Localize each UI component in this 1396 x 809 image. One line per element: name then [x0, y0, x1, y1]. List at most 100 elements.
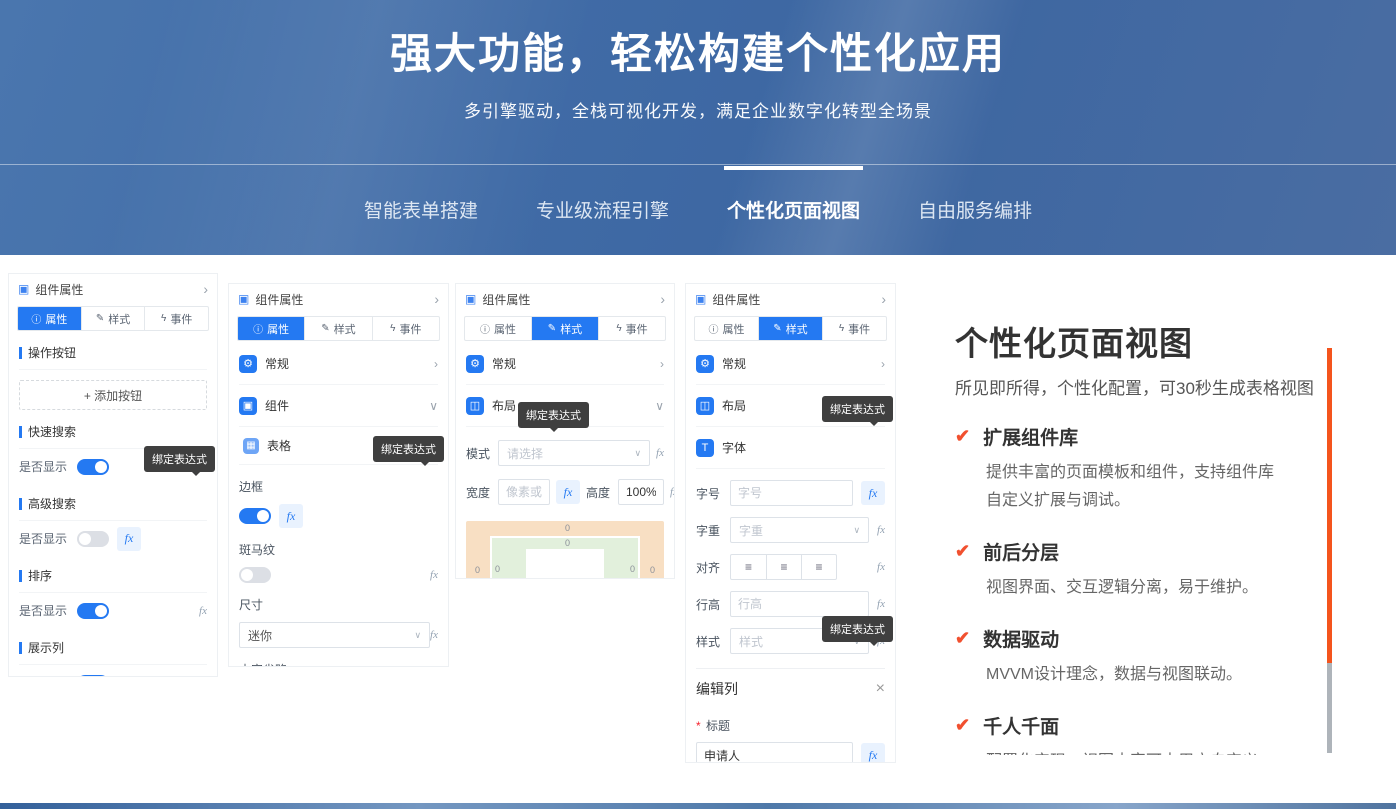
feature-list: ✔ 扩展组件库 提供丰富的页面模板和组件，支持组件库自定义扩展与调试。 ✔ 前后… [955, 423, 1315, 755]
section-accent-bar [19, 498, 22, 510]
fx-bind-button-active[interactable]: fx [117, 527, 141, 551]
tab-event[interactable]: ϟ 事件 [372, 317, 439, 340]
check-icon: ✔ [955, 628, 970, 649]
tab-label: 属性 [45, 311, 67, 327]
margin-right-value: 0 [650, 565, 655, 575]
tab-personalized-view[interactable]: 个性化页面视图 [727, 196, 860, 223]
quick-search-toggle[interactable] [77, 459, 109, 475]
close-icon[interactable]: × [876, 680, 885, 698]
chevron-right-icon[interactable]: › [434, 291, 439, 307]
required-asterisk: * [696, 719, 701, 733]
fx-bind-button-active[interactable]: fx [279, 504, 303, 528]
section-accent-bar [19, 347, 22, 359]
group-font[interactable]: T 字体 [696, 427, 885, 469]
tab-properties[interactable]: ⓘ 属性 [18, 307, 81, 330]
tab-properties[interactable]: ⓘ 属性 [238, 317, 304, 340]
tab-service-orchestration[interactable]: 自由服务编排 [918, 196, 1032, 223]
tab-style[interactable]: ✎ 样式 [304, 317, 371, 340]
event-icon: ϟ [839, 323, 844, 334]
size-select[interactable]: 迷你 ∨ [239, 622, 430, 648]
bind-expression-tooltip: 绑定表达式 [144, 446, 215, 472]
chevron-right-icon: › [881, 357, 885, 371]
fx-bind-button[interactable]: fx [877, 598, 885, 610]
feature-subheading: 所见即所得，个性化配置，可30秒生成表格视图 [955, 374, 1314, 399]
fx-bind-button[interactable]: fx [199, 677, 207, 678]
tab-style[interactable]: ✎ 样式 [758, 317, 822, 340]
align-row: 对齐 ≡ ≡ ≡ fx [696, 554, 885, 580]
check-icon: ✔ [955, 426, 970, 447]
fx-bind-button-active[interactable]: fx [861, 481, 885, 505]
fx-bind-button-active[interactable]: fx [556, 480, 580, 504]
show-label: 是否显示 [19, 602, 67, 619]
tab-process-engine[interactable]: 专业级流程引擎 [536, 196, 669, 223]
fx-bind-button[interactable]: fx [670, 486, 675, 498]
chevron-right-icon[interactable]: › [660, 291, 665, 307]
fx-bind-button[interactable]: fx [877, 561, 885, 573]
feature-scrollbar[interactable] [1327, 348, 1332, 753]
fx-bind-button[interactable]: fx [430, 629, 438, 641]
cube-icon: ▣ [695, 292, 706, 306]
properties-icon: ⓘ [709, 321, 719, 336]
font-weight-select[interactable]: 字重 ∨ [730, 517, 869, 543]
fx-bind-button[interactable]: fx [656, 447, 664, 459]
tab-label: 样式 [334, 321, 356, 337]
border-label: 边框 [239, 478, 438, 495]
sort-toggle[interactable] [77, 603, 109, 619]
size-select-value: 迷你 [248, 627, 272, 644]
tab-style[interactable]: ✎ 样式 [81, 307, 145, 330]
width-input[interactable] [498, 479, 550, 505]
tab-event[interactable]: ϟ 事件 [144, 307, 208, 330]
align-left-button[interactable]: ≡ [731, 555, 766, 579]
line-height-input[interactable] [730, 591, 869, 617]
tab-event[interactable]: ϟ 事件 [822, 317, 886, 340]
advanced-search-toggle[interactable] [77, 531, 109, 547]
bind-expression-tooltip: 绑定表达式 [822, 396, 893, 422]
group-label: 布局 [722, 397, 746, 414]
chevron-right-icon[interactable]: › [203, 281, 208, 297]
add-button[interactable]: + 添加按钮 [19, 380, 207, 410]
display-columns-toggle[interactable] [77, 675, 109, 678]
group-label: 常规 [265, 355, 289, 372]
mode-select[interactable]: 请选择 ∨ [498, 440, 650, 466]
align-center-button[interactable]: ≡ [766, 555, 801, 579]
tab-smart-form[interactable]: 智能表单搭建 [364, 196, 478, 223]
group-general[interactable]: ⚙ 常规 › [239, 343, 438, 385]
panel-title: 组件属性 [482, 291, 530, 308]
chevron-right-icon: › [434, 357, 438, 371]
group-general[interactable]: ⚙ 常规 › [466, 343, 664, 385]
feature-desc: MVVM设计理念，数据与视图联动。 [986, 661, 1288, 689]
style-icon: ✎ [96, 313, 104, 324]
panel-header: ▣ 组件属性 › [456, 284, 674, 314]
mode-row: 模式 请选择 ∨ fx [466, 440, 664, 466]
properties-icon: ⓘ [31, 311, 41, 326]
tab-properties[interactable]: ⓘ 属性 [465, 317, 531, 340]
group-component[interactable]: ▣ 组件 ∨ [239, 385, 438, 427]
title-input[interactable] [696, 742, 853, 763]
tab-label: 属性 [494, 321, 516, 337]
chevron-right-icon[interactable]: › [881, 291, 886, 307]
height-input[interactable] [618, 479, 664, 505]
bind-expression-tooltip: 绑定表达式 [518, 402, 589, 428]
align-right-button[interactable]: ≡ [801, 555, 836, 579]
fx-bind-button[interactable]: fx [877, 524, 885, 536]
fx-bind-button-active[interactable]: fx [861, 743, 885, 763]
ellipsis-label: 内容省略 [239, 661, 438, 667]
section-accent-bar [19, 642, 22, 654]
tab-event[interactable]: ϟ 事件 [598, 317, 665, 340]
stripe-toggle[interactable] [239, 567, 271, 583]
tab-style[interactable]: ✎ 样式 [531, 317, 598, 340]
edit-column-title: 编辑列 [696, 679, 738, 699]
feature-title: 扩展组件库 [983, 423, 1078, 450]
font-size-input[interactable] [730, 480, 853, 506]
margin-left-value: 0 [475, 565, 480, 575]
scrollbar-thumb[interactable] [1327, 348, 1332, 663]
fx-bind-button[interactable]: fx [430, 569, 438, 581]
cube-icon: ▣ [238, 292, 249, 306]
hero-subtitle: 多引擎驱动，全栈可视化开发，满足企业数字化转型全场景 [0, 97, 1396, 122]
group-general[interactable]: ⚙ 常规 › [696, 343, 885, 385]
chevron-right-icon: › [660, 357, 664, 371]
tab-properties[interactable]: ⓘ 属性 [695, 317, 758, 340]
border-toggle[interactable] [239, 508, 271, 524]
title-field-label: * 标题 [696, 717, 885, 734]
fx-bind-button[interactable]: fx [199, 605, 207, 617]
